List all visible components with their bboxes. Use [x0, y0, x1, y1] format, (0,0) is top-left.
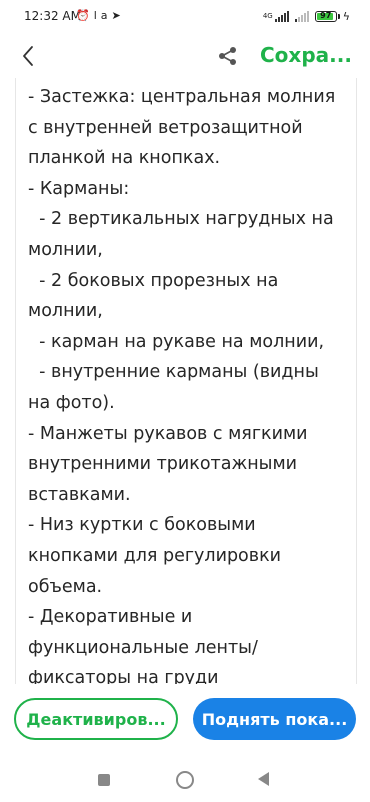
- deactivate-button[interactable]: Деактивиров...: [14, 698, 178, 740]
- battery-icon: 97: [314, 10, 340, 22]
- recent-apps-icon[interactable]: [98, 774, 110, 786]
- save-button[interactable]: Сохра...: [260, 43, 352, 67]
- network-type: 4G: [262, 12, 273, 20]
- back-triangle-icon[interactable]: [258, 772, 269, 786]
- raise-listing-button[interactable]: Поднять пока...: [193, 698, 356, 740]
- description-line: молнии,: [28, 301, 103, 322]
- status-time: 12:32 AM: [24, 9, 81, 23]
- share-button[interactable]: [214, 42, 242, 70]
- description-line: молнии,: [28, 239, 103, 260]
- description-line: - карман на рукаве на молнии,: [28, 331, 325, 352]
- description-line: - Карманы:: [28, 178, 130, 199]
- description-line: - 2 вертикальных нагрудных на: [28, 209, 334, 230]
- description-line: внутренними трикотажными: [28, 454, 298, 475]
- description-line: функциональные ленты/: [28, 637, 258, 658]
- description-line: фиксаторы на груди: [28, 668, 219, 684]
- signal-icon: [274, 10, 289, 22]
- lamoda-icon: la: [93, 9, 112, 22]
- share-icon: [219, 47, 236, 65]
- home-icon[interactable]: [176, 771, 194, 789]
- description-card: - Застежка: центральная молния с внутренн…: [15, 78, 357, 684]
- system-nav-bar: [0, 760, 370, 802]
- description-line: - Манжеты рукавов с мягкими: [28, 423, 308, 444]
- battery-percent: 97: [320, 10, 332, 20]
- description-line: с внутренней ветрозащитной: [28, 117, 303, 138]
- description-line: - Застежка: центральная молния: [28, 87, 336, 107]
- description-line: объема.: [28, 576, 103, 597]
- status-bar: 12:32 AM ⏰la➤ 4G 97 ϟ: [0, 0, 370, 34]
- back-button[interactable]: [14, 40, 42, 72]
- charging-icon: ϟ: [342, 9, 350, 23]
- alarm-icon: ⏰: [76, 9, 94, 22]
- description-line: кнопками для регулировки: [28, 545, 282, 566]
- description-line: - внутренние карманы (видны: [28, 362, 319, 383]
- telegram-icon: ➤: [111, 9, 125, 22]
- status-notification-icons: ⏰la➤: [76, 9, 125, 22]
- description-line: - Низ куртки с боковыми: [28, 515, 256, 536]
- chevron-left-icon: [23, 46, 33, 66]
- description-line: вставками.: [28, 484, 131, 505]
- description-line: - Декоративные и: [28, 607, 193, 628]
- signal-2-icon: [294, 10, 309, 22]
- description-line: планкой на кнопках.: [28, 148, 221, 169]
- status-right: 4G 97 ϟ: [263, 6, 350, 26]
- app-bar: Сохра...: [0, 34, 370, 78]
- action-bar: Деактивиров... Поднять пока...: [0, 684, 370, 760]
- description-text: - Застежка: центральная молния с внутренн…: [28, 82, 354, 684]
- description-line: на фото).: [28, 392, 115, 413]
- description-line: - 2 боковых прорезных на: [28, 270, 279, 291]
